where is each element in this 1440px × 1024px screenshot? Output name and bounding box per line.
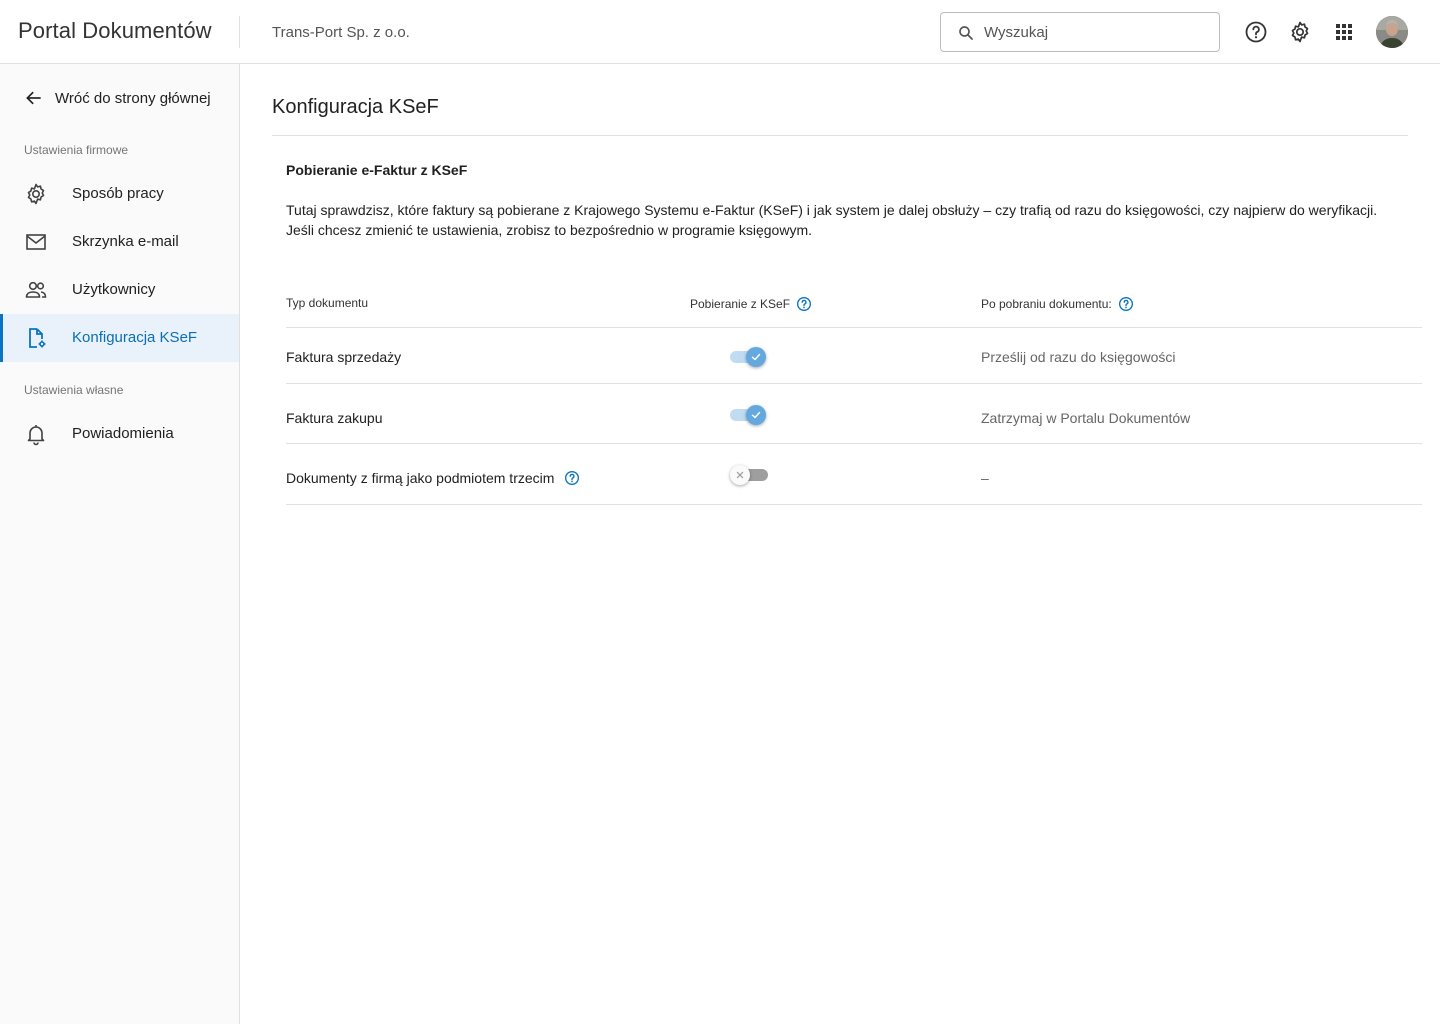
column-header-label: Typ dokumentu <box>286 296 369 310</box>
help-icon[interactable] <box>1118 296 1134 312</box>
search-icon <box>959 26 973 40</box>
toggle-thumb <box>746 405 766 425</box>
column-header-after-download: Po pobraniu dokumentu: <box>981 296 1134 312</box>
arrow-left-icon <box>26 91 41 105</box>
own-settings-heading: Ustawienia własne <box>24 383 124 397</box>
sidebar-item-ksef-config[interactable]: Konfiguracja KSeF <box>0 314 239 362</box>
apps-grid-icon[interactable] <box>1332 20 1356 44</box>
back-to-home-link[interactable]: Wróć do strony głównej <box>24 86 211 110</box>
column-header-label: Pobieranie z KSeF <box>690 297 791 311</box>
table-row-type-wrap: Dokumenty z firmą jako podmiotem trzecim <box>286 470 580 486</box>
table-row-after: Zatrzymaj w Portalu Dokumentów <box>981 410 1191 426</box>
ksef-download-toggle[interactable] <box>728 403 768 427</box>
header-divider <box>239 16 240 48</box>
column-header-document-type: Typ dokumentu <box>286 296 368 310</box>
section-title: Pobieranie e-Faktur z KSeF <box>286 162 468 178</box>
sidebar-item-label: Konfiguracja KSeF <box>72 329 198 346</box>
table-divider <box>286 383 1422 384</box>
table-row-after: – <box>981 470 989 486</box>
gear-icon <box>27 183 45 205</box>
help-icon[interactable] <box>1244 20 1268 44</box>
ksef-download-toggle[interactable] <box>730 463 770 487</box>
check-icon <box>751 353 761 361</box>
user-avatar[interactable] <box>1376 16 1408 48</box>
table-row-type: Dokumenty z firmą jako podmiotem trzecim <box>286 470 555 486</box>
table-row-after: Prześlij od razu do księgowości <box>981 349 1176 365</box>
check-icon <box>751 411 761 419</box>
help-icon[interactable] <box>796 296 812 312</box>
top-bar: Portal Dokumentów Trans-Port Sp. z o.o. <box>0 0 1440 64</box>
search-input[interactable] <box>984 13 1214 51</box>
sidebar-item-label: Powiadomienia <box>72 425 174 442</box>
ksef-download-toggle[interactable] <box>728 345 768 369</box>
sidebar-item-users[interactable]: Użytkownicy <box>0 266 239 314</box>
sidebar-item-label: Sposób pracy <box>72 185 164 202</box>
section-description: Tutaj sprawdzisz, które faktury są pobie… <box>286 202 1378 238</box>
sidebar-item-label: Skrzynka e-mail <box>72 233 179 250</box>
column-header-ksef-download: Pobieranie z KSeF <box>690 296 812 312</box>
table-row-type: Faktura zakupu <box>286 410 383 426</box>
company-settings-heading: Ustawienia firmowe <box>24 143 129 157</box>
sidebar-item-notifications[interactable]: Powiadomienia <box>0 410 239 458</box>
sidebar-item-work-mode[interactable]: Sposób pracy <box>0 170 239 218</box>
avatar-photo <box>1376 16 1408 48</box>
table-row-type: Faktura sprzedaży <box>286 349 402 365</box>
help-icon[interactable] <box>564 470 580 486</box>
table-divider <box>286 504 1422 505</box>
page-title: Konfiguracja KSeF <box>272 96 439 118</box>
search-box[interactable] <box>940 12 1220 52</box>
sidebar: Wróć do strony głównej Ustawienia firmow… <box>0 64 240 1024</box>
bell-icon <box>27 425 45 446</box>
document-settings-icon <box>29 328 46 348</box>
back-link-label: Wróć do strony głównej <box>55 89 211 107</box>
close-icon <box>736 471 744 479</box>
sidebar-item-label: Użytkownicy <box>72 281 156 298</box>
column-header-label: Po pobraniu dokumentu: <box>981 297 1112 311</box>
title-divider <box>272 135 1408 136</box>
settings-icon[interactable] <box>1288 20 1312 44</box>
toggle-thumb <box>746 347 766 367</box>
app-title[interactable]: Portal Dokumentów <box>18 18 212 44</box>
mail-icon <box>26 234 46 250</box>
table-divider <box>286 327 1422 328</box>
table-divider <box>286 443 1422 444</box>
users-icon <box>25 281 47 298</box>
sidebar-item-email-inbox[interactable]: Skrzynka e-mail <box>0 218 239 266</box>
company-name: Trans-Port Sp. z o.o. <box>272 24 410 41</box>
toggle-thumb <box>730 465 750 485</box>
